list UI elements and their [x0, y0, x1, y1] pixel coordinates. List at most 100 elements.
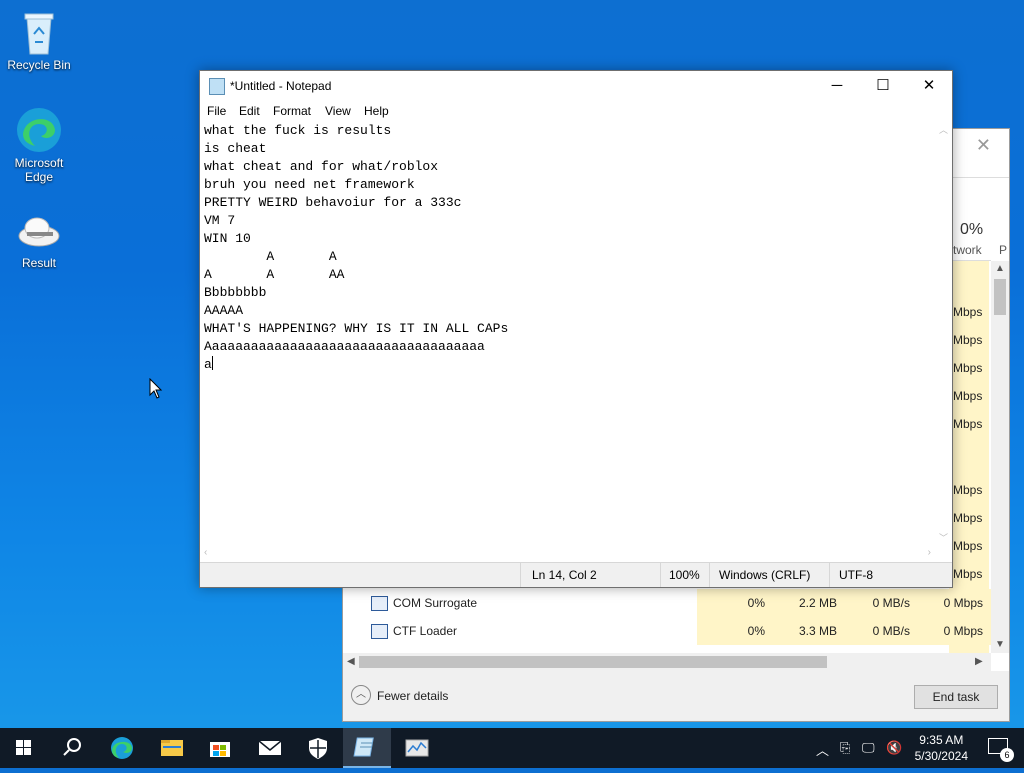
encoding: UTF-8: [839, 568, 873, 582]
taskbar-notepad[interactable]: [343, 728, 391, 768]
text-line: A A: [204, 249, 337, 264]
horizontal-scrollbar[interactable]: ‹ ›: [200, 545, 935, 562]
text-line: PRETTY WEIRD behavoiur for a 333c: [204, 195, 462, 210]
taskbar-mail[interactable]: [246, 728, 294, 768]
notification-count: 6: [1000, 748, 1014, 762]
edge-icon: [111, 737, 133, 759]
end-task-button[interactable]: End task: [914, 685, 998, 709]
zoom-level: 100%: [669, 568, 700, 582]
process-icon: [371, 596, 388, 611]
network-value: Mbps: [953, 567, 983, 581]
scroll-down-icon[interactable]: ﹀: [939, 531, 948, 544]
store-icon: [210, 742, 230, 757]
mouse-cursor-icon: [149, 377, 163, 405]
text-line: Aaaaaaaaaaaaaaaaaaaaaaaaaaaaaaaaaaaa: [204, 339, 485, 354]
taskbar-edge[interactable]: [98, 728, 146, 768]
text-line: A A AA: [204, 267, 345, 282]
close-icon[interactable]: ✕: [976, 135, 991, 156]
process-name: CTF Loader: [393, 624, 458, 638]
line-ending: Windows (CRLF): [719, 568, 811, 582]
security-icon: [309, 738, 327, 759]
taskbar-store[interactable]: [196, 728, 244, 768]
vertical-scrollbar[interactable]: ▲ ▼: [991, 261, 1009, 653]
menu-edit[interactable]: Edit: [239, 104, 260, 118]
scroll-down-icon[interactable]: ▼: [995, 639, 1005, 650]
menu-view[interactable]: View: [325, 104, 351, 118]
text-line: AAAAA: [204, 303, 244, 318]
text-line: VM 7: [204, 213, 236, 228]
start-icon: [16, 740, 31, 755]
vertical-scrollbar[interactable]: ︿ ﹀: [935, 121, 952, 545]
task-manager-footer: ︿ Fewer details End task: [343, 671, 1009, 721]
clock-time: 9:35 AM: [919, 733, 964, 747]
minimize-icon[interactable]: ─: [814, 71, 860, 101]
desktop-icon-label: Recycle Bin: [7, 58, 71, 72]
process-cpu: 0%: [747, 624, 765, 638]
text-caret: [211, 356, 213, 370]
fewer-details-link[interactable]: Fewer details: [377, 689, 448, 703]
network-percent: 0%: [960, 221, 984, 238]
text-line: a: [204, 357, 212, 372]
search-button[interactable]: [48, 728, 96, 768]
network-value: Mbps: [953, 539, 983, 553]
chevron-up-icon[interactable]: ︿: [351, 685, 371, 705]
taskmanager-icon: [405, 739, 429, 757]
process-cpu: 0%: [747, 596, 765, 610]
desktop-icon-recycle-bin[interactable]: Recycle Bin: [1, 8, 77, 72]
text-line: Bbbbbbbb: [204, 285, 267, 300]
network-value: Mbps: [953, 417, 983, 431]
power-column-header[interactable]: P: [999, 243, 1007, 257]
mail-icon: [258, 740, 282, 755]
process-network: 0 Mbps: [943, 596, 983, 610]
taskbar-security[interactable]: [294, 728, 342, 768]
menu-help[interactable]: Help: [364, 104, 389, 118]
text-line: WIN 10: [204, 231, 251, 246]
close-icon[interactable]: ✕: [906, 71, 952, 101]
scroll-thumb[interactable]: [994, 279, 1006, 315]
text-editor[interactable]: what the fuck is results is cheat what che…: [200, 121, 935, 545]
process-name: COM Surrogate: [393, 596, 478, 610]
scroll-thumb[interactable]: [359, 656, 827, 668]
process-icon: [371, 624, 388, 639]
start-button[interactable]: [0, 728, 48, 768]
network-column-header[interactable]: twork: [953, 243, 982, 257]
chevron-up-icon[interactable]: ︿: [816, 740, 829, 759]
menu-format[interactable]: Format: [273, 104, 311, 118]
table-row[interactable]: COM Surrogate 0% 2.2 MB 0 MB/s 0 Mbps: [343, 589, 997, 617]
text-line: is cheat: [204, 141, 267, 156]
search-icon: [63, 738, 81, 756]
maximize-icon[interactable]: ☐: [860, 71, 906, 101]
scroll-up-icon[interactable]: ▲: [995, 263, 1005, 274]
clock-date: 5/30/2024: [914, 749, 968, 763]
notepad-window[interactable]: *Untitled - Notepad ─ ☐ ✕ File Edit Form…: [199, 70, 953, 588]
desktop-icon-label: Result: [21, 256, 56, 270]
menu-file[interactable]: File: [207, 104, 226, 118]
network-icon[interactable]: 🖵: [862, 740, 875, 756]
edge-icon: [15, 106, 63, 154]
horizontal-scrollbar[interactable]: ◀ ▶: [343, 653, 991, 671]
text-line: what cheat and for what/roblox: [204, 159, 439, 174]
taskbar-task-manager[interactable]: [393, 728, 441, 768]
divider: [709, 563, 710, 587]
notepad-icon: [209, 78, 225, 95]
table-row[interactable]: CTF Loader 0% 3.3 MB 0 MB/s 0 Mbps: [343, 617, 997, 645]
menu-bar: File Edit Format View Help: [200, 101, 952, 121]
divider: [660, 563, 661, 587]
title-bar[interactable]: *Untitled - Notepad ─ ☐ ✕: [200, 71, 952, 101]
scroll-right-icon[interactable]: ▶: [975, 656, 983, 667]
network-value: Mbps: [953, 305, 983, 319]
recycle-bin-icon: [15, 8, 63, 56]
desktop-icon-edge[interactable]: Microsoft Edge: [1, 106, 77, 184]
network-value: Mbps: [953, 389, 983, 403]
notepad-icon: [353, 737, 374, 757]
meet-now-icon[interactable]: ⎘: [840, 740, 850, 756]
scroll-up-icon[interactable]: ︿: [939, 123, 948, 136]
desktop-icon-result[interactable]: Result: [1, 206, 77, 270]
divider: [829, 563, 830, 587]
system-clock[interactable]: 9:35 AM 5/30/2024: [915, 732, 968, 764]
scroll-left-icon[interactable]: ‹: [204, 547, 207, 558]
taskbar-file-explorer[interactable]: [148, 728, 196, 768]
volume-muted-icon[interactable]: 🔇: [886, 740, 902, 756]
scroll-left-icon[interactable]: ◀: [347, 656, 355, 667]
scroll-right-icon[interactable]: ›: [928, 547, 931, 558]
